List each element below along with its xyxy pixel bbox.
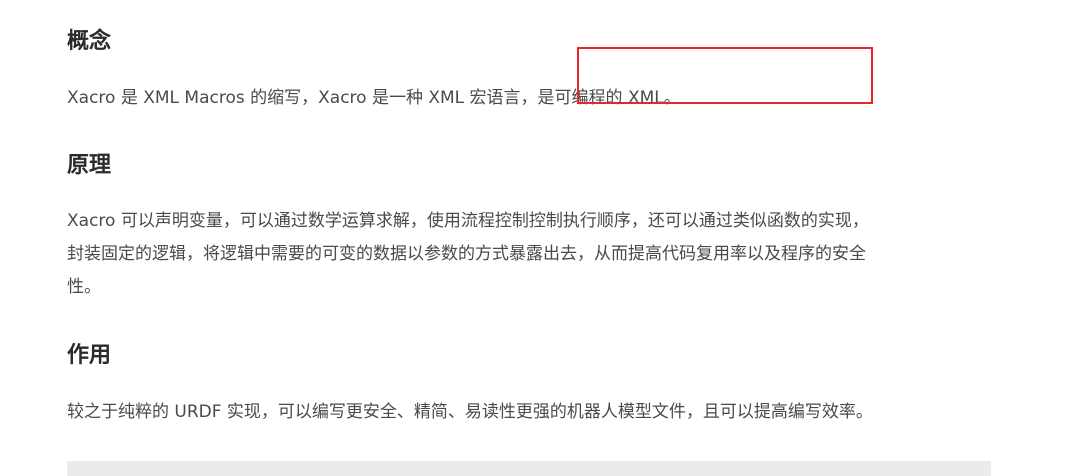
paragraph-line: 封装固定的逻辑，将逻辑中需要的可变的数据以参数的方式暴露出去，从而提高代码复用率… — [67, 244, 866, 264]
section-heading-principle: 原理 — [67, 153, 112, 178]
paragraph-usage: 较之于纯粹的 URDF 实现，可以编写更安全、精简、易读性更强的机器人模型文件，… — [67, 396, 992, 429]
section-heading-usage: 作用 — [67, 343, 112, 368]
paragraph-line: Xacro 可以声明变量，可以通过数学运算求解，使用流程控制控制执行顺序，还可以… — [67, 211, 869, 231]
paragraph-principle: Xacro 可以声明变量，可以通过数学运算求解，使用流程控制控制执行顺序，还可以… — [67, 205, 992, 304]
red-highlight-annotation-box — [577, 47, 873, 104]
paragraph-line: 较之于纯粹的 URDF 实现，可以编写更安全、精简、易读性更强的机器人模型文件，… — [67, 402, 873, 422]
code-block — [67, 461, 991, 476]
paragraph-line: 性。 — [67, 277, 101, 297]
section-heading-concept: 概念 — [67, 29, 112, 54]
